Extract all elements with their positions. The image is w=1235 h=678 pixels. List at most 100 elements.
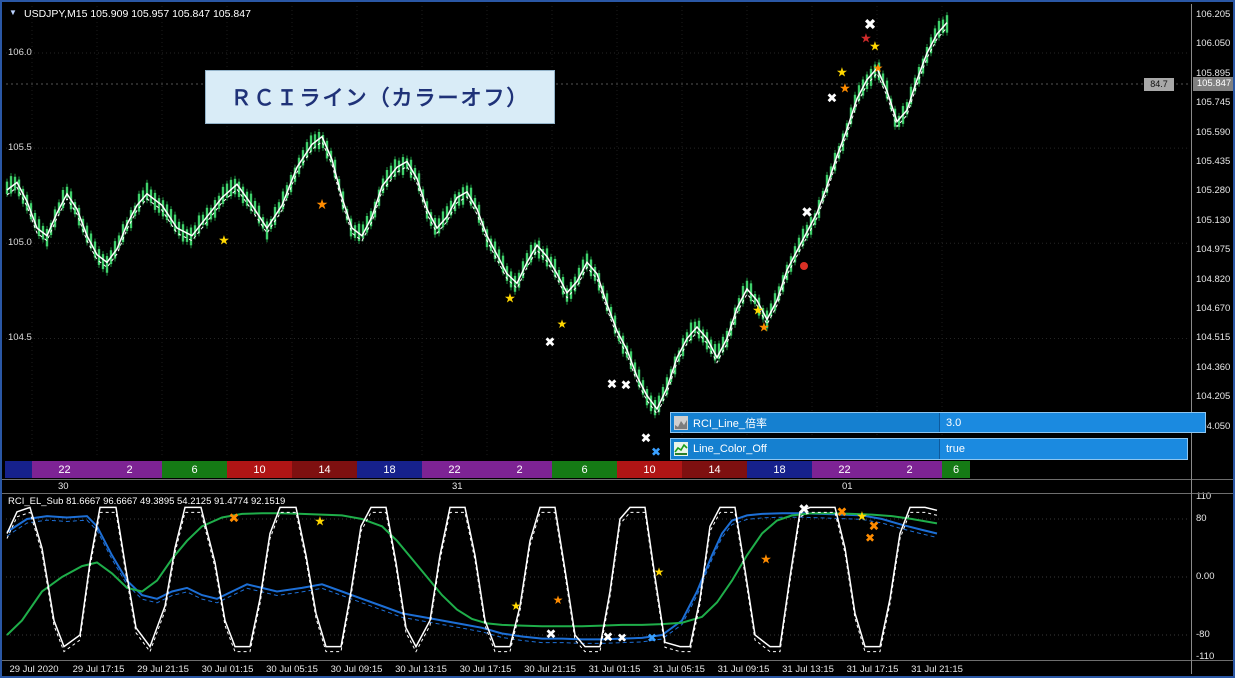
session-segment: 10 [227, 461, 292, 478]
marker-star-icon: ★ [314, 515, 326, 530]
time-axis-label: 30 Jul 01:15 [201, 664, 254, 675]
sub-axis-label: 80 [1196, 513, 1207, 524]
marker-star-icon: ★ [758, 321, 770, 336]
param-label: RCI_Line_倍率 [693, 417, 767, 430]
marker-x-icon: ✖ [801, 205, 813, 221]
session-segment: 14 [292, 461, 357, 478]
session-segment: 6 [942, 461, 970, 478]
main-sub-separator[interactable] [2, 479, 1233, 480]
session-segment: 18 [747, 461, 812, 478]
price-axis-label: 104.975 [1196, 244, 1231, 256]
time-axis-label: 31 Jul 09:15 [717, 664, 770, 675]
price-axis-label: 106.205 [1196, 9, 1231, 20]
price-axis-label: 105.435 [1196, 156, 1231, 167]
marker-x-icon: ✖ [607, 378, 618, 393]
time-axis-label: 31 Jul 13:15 [782, 664, 834, 675]
marker-star-icon: ★ [752, 304, 764, 319]
marker-star-icon: ★ [839, 82, 851, 97]
marker-x-icon: ✖ [546, 628, 557, 643]
indicator-green-chart-icon [674, 442, 688, 456]
session-segment: 14 [682, 461, 747, 478]
marker-star-icon: ★ [860, 32, 872, 47]
price-axis-label: 105.280 [1196, 185, 1231, 197]
price-axis-label: 104.515 [1196, 332, 1231, 344]
sub-chart-canvas[interactable]: ✖ ★★ ★✖ ✖★✖✖★✖ ✖ ★✖✖ [4, 494, 1191, 660]
session-segment: 2 [487, 461, 552, 478]
time-axis-label: 30 Jul 17:15 [459, 664, 512, 675]
time-axis-label: 30 Jul 21:15 [524, 664, 576, 675]
session-bar: 22 2 6 10 14 18 22 2 6 10 14 18 22 2 6 [5, 461, 970, 478]
marker-star-icon: ★ [760, 553, 772, 568]
session-segment: 22 [812, 461, 877, 478]
marker-x-icon: ✖ [617, 631, 627, 645]
overlay-label-text: ＲＣＩライン（カラーオフ） [230, 87, 530, 110]
mt4-chart-window: ★ ★ ★ ★ ✖ ✖ ✖ ✖ ✖ ★ ★ ✖ ✖ ★ ★ ★ ★ ✖ ★ ✖ ★ ★ ★ ✖ ✖ ★ ✖ ✖ ★ ✖ ✖ ★ ✖ ✖ ▼ US… [0, 0, 1235, 678]
marker-star-icon: ★ [553, 593, 564, 607]
price-axis-label: 104.205 [1196, 391, 1231, 403]
marker-star-icon: ★ [856, 510, 868, 525]
time-axis-label: 31 Jul 01:15 [588, 664, 641, 675]
price-axis-label: 106.050 [1196, 38, 1231, 50]
marker-star-icon: ★ [873, 61, 884, 75]
marker-x-icon: ✖ [545, 336, 556, 351]
sub-axis-label: 0.00 [1196, 571, 1215, 582]
time-axis-label: 30 Jul 13:15 [395, 664, 447, 675]
marker-star-icon: ★ [557, 317, 568, 331]
param-row-line-color-off[interactable]: Line_Color_Off true [670, 438, 1188, 460]
date-axis-label: 31 [452, 481, 463, 492]
inchart-price-label: 105.5 [8, 142, 32, 154]
main-chart-canvas[interactable]: ★★★★✖✖ ✖✖✖★★✖✖★★★★✖★ [4, 4, 1191, 479]
overlay-label-box: ＲＣＩライン（カラーオフ） [205, 70, 555, 124]
marker-x-icon: ✖ [827, 92, 838, 107]
time-axis-label: 31 Jul 05:15 [653, 664, 705, 675]
param-value: 3.0 [939, 413, 1205, 432]
time-axis-label: 29 Jul 17:15 [72, 664, 125, 675]
time-axis-label: 29 Jul 2020 [9, 664, 59, 675]
inchart-price-label: 105.0 [8, 237, 32, 249]
marker-star-icon: ★ [218, 234, 230, 249]
marker-x-icon: ✖ [621, 379, 632, 394]
price-axis-label: 104.670 [1196, 303, 1231, 314]
session-segment: 18 [357, 461, 422, 478]
marker-x-icon: ✖ [865, 531, 875, 545]
inchart-price-label: 106.0 [8, 47, 32, 58]
marker-x-icon: ✖ [837, 506, 848, 521]
price-axis-label: 105.130 [1196, 214, 1231, 226]
session-segment: 22 [32, 461, 97, 478]
indicator-gray-chart-icon [674, 415, 688, 430]
session-segment: 22 [422, 461, 487, 478]
price-axis-label: 105.590 [1196, 126, 1231, 138]
param-label: Line_Color_Off [693, 443, 767, 455]
session-segment [5, 461, 32, 478]
time-axis-label: 30 Jul 09:15 [330, 664, 383, 675]
marker-star-icon: ★ [511, 599, 522, 613]
session-segment: 6 [552, 461, 617, 478]
session-segment: 2 [877, 461, 942, 478]
time-axis-label: 30 Jul 05:15 [266, 664, 318, 675]
marker-star-icon: ★ [504, 292, 516, 307]
chart-title: USDJPY,M15 105.909 105.957 105.847 105.8… [24, 8, 251, 20]
sub-axis-label: -80 [1196, 629, 1210, 640]
inchart-price-label: 104.5 [8, 332, 32, 344]
price-axis-label: 104.820 [1196, 273, 1231, 285]
date-axis-label: 01 [842, 481, 853, 492]
param-row-rci-line-multiplier[interactable]: RCI_Line_倍率 3.0 [670, 412, 1206, 433]
marker-x-icon: ✖ [229, 512, 240, 527]
marker-x-icon: ✖ [641, 432, 652, 447]
chart-value-box: 84.7 [1144, 78, 1174, 91]
marker-x-icon: ✖ [603, 631, 614, 646]
chart-marker-icon: ▼ [9, 8, 17, 17]
current-price-box: 105.847 [1193, 77, 1233, 91]
price-axis-label: 105.745 [1196, 97, 1231, 109]
time-axis-label: 31 Jul 17:15 [846, 664, 899, 675]
marker-x-icon: ✖ [864, 15, 877, 33]
session-segment: 6 [162, 461, 227, 478]
session-segment: 2 [97, 461, 162, 478]
marker-dot [800, 262, 808, 270]
marker-star-icon: ★ [654, 565, 665, 579]
param-value: true [939, 439, 1187, 459]
date-axis-label: 30 [58, 481, 69, 492]
axis-separator [1191, 4, 1192, 674]
price-axis-label: 104.360 [1196, 361, 1231, 373]
marker-x-icon: ✖ [651, 445, 661, 459]
